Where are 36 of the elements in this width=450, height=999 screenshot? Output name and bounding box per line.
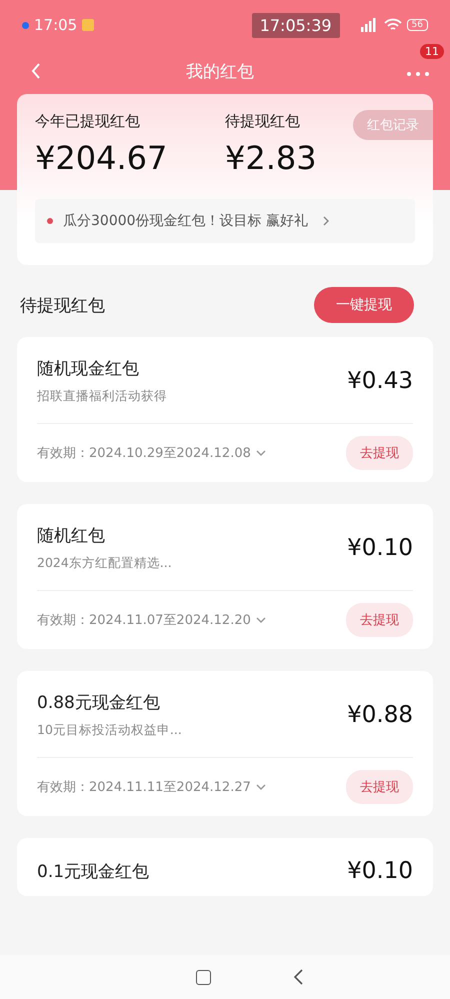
home-icon[interactable]	[196, 970, 210, 984]
validity-text: 有效期：2024.10.29至2024.12.08	[37, 445, 251, 462]
withdraw-button[interactable]: 去提现	[346, 436, 413, 470]
status-time: 17:05	[34, 16, 78, 34]
chevron-down-icon[interactable]	[254, 783, 267, 791]
page-title: 我的红包	[186, 60, 255, 82]
withdraw-button[interactable]: 去提现	[346, 603, 413, 637]
chevron-down-icon[interactable]	[254, 449, 267, 457]
validity-text: 有效期：2024.11.11至2024.12.27	[37, 779, 251, 796]
packet-title: 随机现金红包	[37, 358, 140, 380]
packet-title: 0.88元现金红包	[37, 692, 161, 714]
withdraw-button[interactable]: 去提现	[346, 770, 413, 804]
packet-description: 10元目标投活动权益申...	[37, 722, 183, 739]
packet-title: 0.1元现金红包	[37, 860, 150, 882]
notification-dot-icon	[22, 22, 29, 28]
stat-value: ¥204.67	[35, 139, 168, 177]
packet-amount: ¥0.10	[347, 535, 413, 561]
validity-text: 有效期：2024.11.07至2024.12.20	[37, 612, 251, 629]
packet-amount: ¥0.10	[347, 858, 413, 884]
stat-label: 今年已提现红包	[35, 112, 140, 131]
stat-value: ¥2.83	[225, 139, 317, 177]
withdraw-all-button[interactable]: 一键提现	[314, 287, 414, 323]
packet-amount: ¥0.43	[347, 368, 413, 394]
wifi-icon	[384, 18, 402, 32]
more-icon[interactable]	[406, 70, 430, 76]
stat-label: 待提现红包	[225, 112, 300, 131]
notification-badge: 11	[420, 44, 444, 58]
chevron-down-icon[interactable]	[254, 616, 267, 624]
packet-description: 2024东方红配置精选...	[37, 555, 173, 572]
packet-title: 随机红包	[37, 525, 106, 547]
promo-banner[interactable]: 瓜分30000份现金红包！设目标 赢好礼	[35, 199, 415, 243]
packet-description: 招联直播福利活动获得	[37, 388, 168, 405]
packet-amount: ¥0.88	[347, 702, 413, 728]
clock-badge: 17:05:39	[252, 12, 340, 38]
section-title: 待提现红包	[20, 294, 105, 316]
battery-icon: 56	[406, 19, 428, 31]
